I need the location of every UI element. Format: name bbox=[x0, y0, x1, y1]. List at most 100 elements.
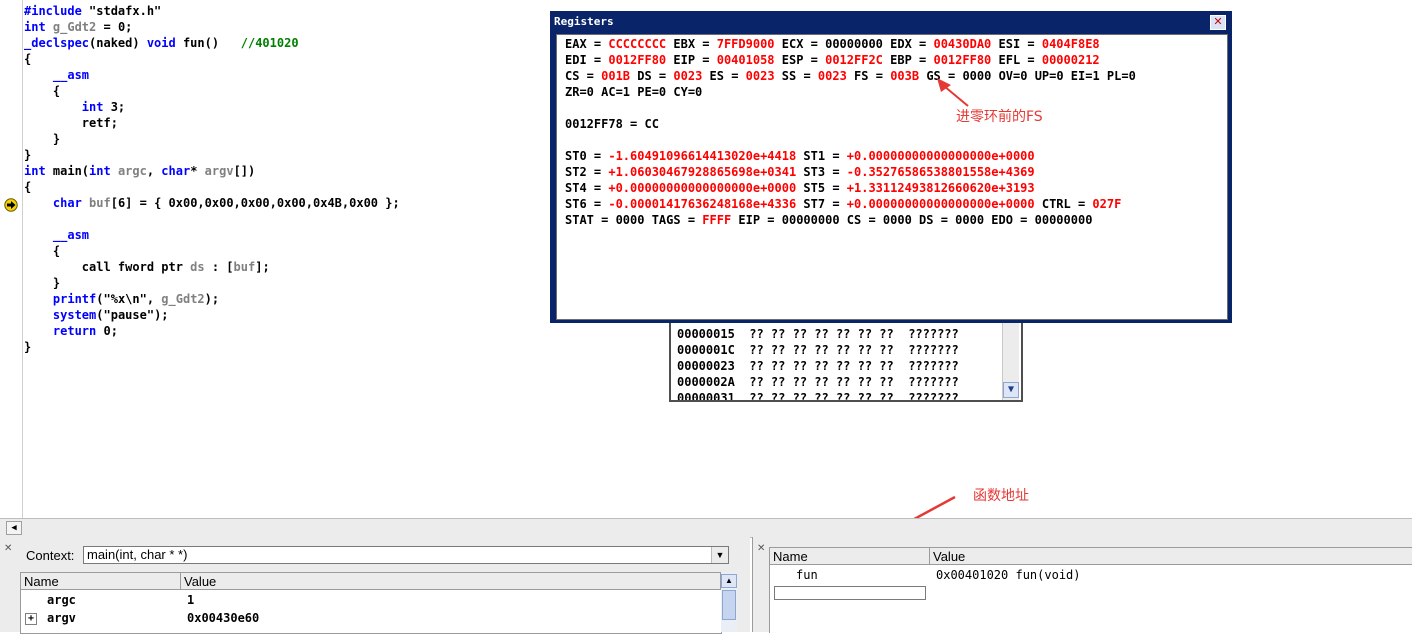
column-header-value[interactable]: Value bbox=[181, 573, 721, 590]
register-value: 0023 bbox=[817, 69, 847, 83]
register-label: EFL = bbox=[991, 53, 1042, 67]
code-line[interactable] bbox=[24, 211, 400, 227]
code-line[interactable]: int main(int argc, char* argv[]) bbox=[24, 163, 400, 179]
code-token: buf bbox=[89, 196, 111, 210]
code-line[interactable]: } bbox=[24, 339, 400, 355]
column-header-name[interactable]: Name bbox=[770, 548, 930, 565]
scroll-thumb[interactable] bbox=[722, 590, 736, 620]
code-line[interactable]: system("pause"); bbox=[24, 307, 400, 323]
memory-row[interactable]: 00000031 ?? ?? ?? ?? ?? ?? ?? ??????? bbox=[677, 390, 959, 400]
memory-rows: 0000000E ?? ?? ?? ?? ?? ?? ?? ???????000… bbox=[677, 318, 959, 400]
scroll-down-icon[interactable]: ▼ bbox=[1003, 382, 1019, 398]
register-value: +0.00000000000000000e+0000 bbox=[846, 197, 1035, 211]
code-token: , bbox=[146, 164, 162, 178]
register-label: ST7 = bbox=[796, 197, 847, 211]
code-line[interactable]: int 3; bbox=[24, 99, 400, 115]
register-label: GS = 0000 OV=0 UP=0 EI=1 PL=0 bbox=[919, 69, 1136, 83]
column-header-value[interactable]: Value bbox=[930, 548, 1412, 565]
register-value: 00401058 bbox=[716, 53, 775, 67]
context-dropdown[interactable]: main(int, char * *) ▼ bbox=[83, 546, 729, 564]
register-label: ESP = bbox=[774, 53, 826, 67]
memory-row[interactable]: 0000001C ?? ?? ?? ?? ?? ?? ?? ??????? bbox=[677, 342, 959, 358]
register-line: ST6 = -0.00001417636248168e+4336 ST7 = +… bbox=[565, 196, 1136, 212]
code-token: } bbox=[24, 148, 32, 162]
code-token: main( bbox=[52, 164, 90, 178]
register-line: ST2 = +1.06030467928865698e+0341 ST3 = -… bbox=[565, 164, 1136, 180]
expand-toggle[interactable]: + bbox=[25, 613, 37, 625]
register-label: ST4 = bbox=[565, 181, 609, 195]
code-line[interactable]: { bbox=[24, 51, 400, 67]
code-token: ("pause"); bbox=[96, 308, 169, 322]
variable-value: 0x00430e60 bbox=[187, 611, 260, 625]
code-line[interactable]: { bbox=[24, 83, 400, 99]
close-pane-icon[interactable]: ✕ bbox=[4, 543, 12, 554]
code-line[interactable]: { bbox=[24, 243, 400, 259]
memory-row[interactable]: 00000023 ?? ?? ?? ?? ?? ?? ?? ??????? bbox=[677, 358, 959, 374]
code-token: int bbox=[81, 100, 111, 114]
register-label: EBX = bbox=[666, 37, 717, 51]
variable-value: 1 bbox=[187, 593, 195, 607]
register-line: STAT = 0000 TAGS = FFFF EIP = 00000000 C… bbox=[565, 212, 1136, 228]
register-value: FFFF bbox=[702, 213, 732, 227]
code-line[interactable]: { bbox=[24, 179, 400, 195]
memory-row[interactable]: 00000015 ?? ?? ?? ?? ?? ?? ?? ??????? bbox=[677, 326, 959, 342]
watch-pane: ✕ Name Value fun 0x00401020 fun(void) bbox=[752, 537, 1412, 633]
code-token: "stdafx.h" bbox=[89, 4, 162, 18]
code-token: } bbox=[24, 132, 61, 146]
column-header-name[interactable]: Name bbox=[21, 573, 181, 590]
code-line[interactable]: __asm bbox=[24, 67, 400, 83]
code-line[interactable]: int g_Gdt2 = 0; bbox=[24, 19, 400, 35]
function-address-annotation: 函数地址 bbox=[973, 488, 1029, 504]
variables-pane: ✕ Context: main(int, char * *) ▼ Name Va… bbox=[0, 537, 750, 634]
code-token: : [ bbox=[204, 260, 234, 274]
register-line: EAX = CCCCCCCC EBX = 7FFD9000 ECX = 0000… bbox=[565, 36, 1136, 52]
memory-row[interactable]: 0000002A ?? ?? ?? ?? ?? ?? ?? ??????? bbox=[677, 374, 959, 390]
code-line[interactable]: char buf[6] = { 0x00,0x00,0x00,0x00,0x4B… bbox=[24, 195, 400, 211]
close-pane-icon[interactable]: ✕ bbox=[757, 543, 765, 554]
code-token: char bbox=[52, 196, 90, 210]
close-icon[interactable]: ✕ bbox=[1210, 15, 1226, 30]
register-line bbox=[565, 132, 1136, 148]
registers-title: Registers bbox=[554, 15, 614, 28]
register-line: ZR=0 AC=1 PE=0 CY=0 bbox=[565, 84, 1136, 100]
code-token: //401020 bbox=[240, 36, 299, 50]
scroll-left-icon[interactable]: ◀ bbox=[6, 521, 22, 535]
scroll-up-icon[interactable]: ▲ bbox=[721, 574, 737, 588]
register-line: ST4 = +0.00000000000000000e+0000 ST5 = +… bbox=[565, 180, 1136, 196]
register-value: +1.06030467928865698e+0341 bbox=[608, 165, 797, 179]
chevron-down-icon[interactable]: ▼ bbox=[711, 547, 728, 563]
code-token: return bbox=[52, 324, 104, 338]
code-line[interactable]: printf("%x\n", g_Gdt2); bbox=[24, 291, 400, 307]
code-line[interactable]: } bbox=[24, 131, 400, 147]
code-line[interactable]: } bbox=[24, 275, 400, 291]
variables-scrollbar[interactable]: ▲ bbox=[721, 572, 737, 632]
code-line[interactable]: #include "stdafx.h" bbox=[24, 3, 400, 19]
new-watch-input[interactable] bbox=[774, 586, 926, 600]
code-token: g_Gdt2 bbox=[161, 292, 205, 306]
code-token: 3; bbox=[110, 100, 126, 114]
code-token: buf bbox=[233, 260, 256, 274]
code-token: __asm bbox=[52, 228, 90, 242]
code-line[interactable]: } bbox=[24, 147, 400, 163]
register-value: 003B bbox=[890, 69, 920, 83]
register-label: SS = bbox=[774, 69, 818, 83]
code-line[interactable]: __asm bbox=[24, 227, 400, 243]
registers-window[interactable]: Registers ✕ EAX = CCCCCCCC EBX = 7FFD900… bbox=[550, 11, 1232, 323]
code-token: __asm bbox=[52, 68, 90, 82]
register-line bbox=[565, 100, 1136, 116]
register-value: 0012FF80 bbox=[608, 53, 667, 67]
code-line[interactable]: return 0; bbox=[24, 323, 400, 339]
register-label: EIP = 00000000 CS = 0000 DS = 0000 EDO =… bbox=[731, 213, 1093, 227]
code-token: printf bbox=[52, 292, 97, 306]
register-label: CTRL = bbox=[1034, 197, 1093, 211]
memory-window[interactable]: 0000000E ?? ?? ?? ?? ?? ?? ?? ???????000… bbox=[669, 316, 1023, 402]
editor-gutter bbox=[0, 0, 23, 518]
code-line[interactable]: retf; bbox=[24, 115, 400, 131]
register-line: EDI = 0012FF80 EIP = 00401058 ESP = 0012… bbox=[565, 52, 1136, 68]
editor-horizontal-scrollbar[interactable]: ◀ bbox=[0, 518, 1412, 538]
code-line[interactable]: call fword ptr ds : [buf]; bbox=[24, 259, 400, 275]
code-line[interactable]: _declspec(naked) void fun() //401020 bbox=[24, 35, 400, 51]
code-token: { bbox=[24, 180, 32, 194]
register-value: 0023 bbox=[745, 69, 775, 83]
code-token: 0; bbox=[103, 324, 118, 338]
